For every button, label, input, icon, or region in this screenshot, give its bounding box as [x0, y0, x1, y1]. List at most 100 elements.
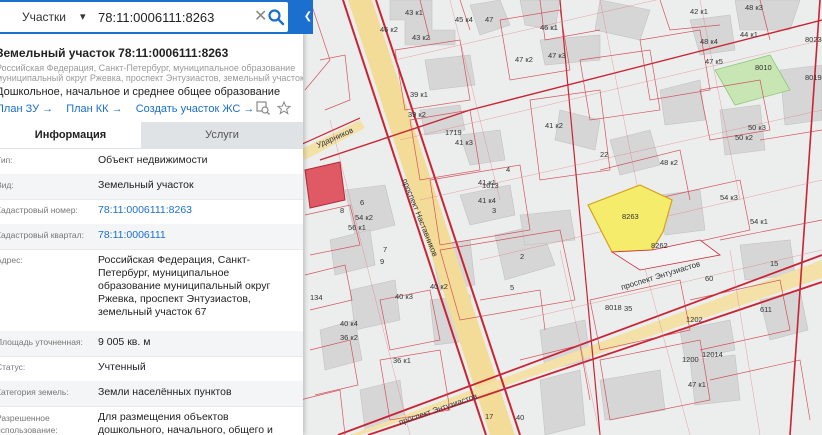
building-label: 8 [340, 206, 344, 215]
building-label: 40 к4 [340, 319, 358, 328]
attribute-label: Категория земель: [0, 387, 69, 397]
attribute-label: Кадастровый номер: [0, 205, 78, 215]
building-label: 1200 [682, 355, 699, 364]
building-label: 1202 [686, 315, 703, 324]
building-label: 40 [516, 413, 524, 422]
building-label: 36 к2 [340, 333, 358, 342]
building-label: 134 [310, 293, 323, 302]
attribute-row: Кадастровый номер: 78:11:0006111:8263 [0, 199, 303, 225]
building-label: 47 к2 [515, 55, 533, 64]
attribute-row: Статус: Учтенный [0, 356, 303, 382]
building-label: 48 к3 [745, 3, 763, 12]
create-parcel-link[interactable]: Создать участок ЖС → [136, 103, 255, 115]
building-label: 41 к2 [545, 121, 563, 130]
building-label: 5 [510, 283, 514, 292]
attribute-value: Земли населённых пунктов [98, 386, 232, 398]
parcel-label-8262: 8262 [651, 241, 668, 250]
building-label: 50 к2 [735, 133, 753, 142]
search-box: Участки ▾ ✕ [0, 2, 288, 32]
object-address-line-2: муниципальный округ Ржевка, проспект Энт… [0, 73, 303, 83]
building-label: 41 к4 [478, 196, 496, 205]
attribute-value: 9 005 кв. м [98, 336, 151, 348]
attribute-row: Тип: Объект недвижимости [0, 149, 303, 175]
attribute-label: Адрес: [0, 255, 23, 265]
object-title: Земельный участок 78:11:0006111:8263 [0, 46, 229, 60]
building-label: 9 [380, 257, 384, 266]
object-purpose: Дошкольное, начальное и среднее общее об… [0, 86, 281, 98]
chevron-down-icon[interactable]: ▾ [80, 2, 86, 32]
building-label: 46 к2 [380, 25, 398, 34]
building-label: 48 к2 [660, 158, 678, 167]
building-label: 40 к2 [430, 282, 448, 291]
attribute-value: Объект недвижимости [98, 154, 208, 166]
building-label: 50 к3 [748, 123, 766, 132]
attribute-value[interactable]: 78:11:0006111 [98, 229, 288, 242]
building-label: 54 к2 [355, 213, 373, 222]
attribute-row: Разрешенное использование: Для размещения… [0, 406, 303, 435]
attribute-label: Тип: [0, 155, 13, 165]
building-label: 60 [705, 274, 713, 283]
tab-information[interactable]: Информация [0, 122, 141, 150]
building-label: 47 к1 [688, 380, 706, 389]
building-label: 8010 [755, 63, 772, 72]
attribute-value: Российская Федерация, Санкт-Петербург, м… [98, 254, 271, 318]
attribute-label: Статус: [0, 362, 26, 372]
layer-select[interactable]: Участки [22, 2, 66, 32]
building-label: 6 [360, 198, 364, 207]
building-label: 42 к1 [690, 7, 708, 16]
building-label: 7 [383, 245, 387, 254]
plan-kk-link[interactable]: План КК → [66, 103, 122, 115]
building-label: 39 к1 [410, 90, 428, 99]
attribute-value: Земельный участок [98, 179, 194, 191]
building-label: 54 к1 [750, 217, 768, 226]
action-links: План ЗУ → План КК → Создать участок ЖС → [0, 103, 264, 115]
building-label: 611 [760, 305, 772, 314]
attribute-row: Кадастровый квартал: 78:11:0006111 [0, 224, 303, 250]
building-label: 1719 [445, 128, 462, 137]
zoom-to-object-icon[interactable] [256, 101, 270, 115]
building-label: 17 [485, 412, 493, 421]
search-input[interactable] [98, 6, 238, 28]
building-label: 45 к4 [455, 15, 473, 24]
building-label: 47 к3 [548, 51, 566, 60]
building-label: 47 к5 [705, 57, 723, 66]
attribute-value[interactable]: 78:11:0006111:8263 [98, 204, 288, 217]
search-icon[interactable] [267, 8, 285, 26]
building-label: 40 к3 [395, 292, 413, 301]
building-label: 41 к3 [455, 138, 473, 147]
building-label: 39 к2 [408, 110, 426, 119]
building-label: 56 к1 [348, 223, 366, 232]
attribute-label: Кадастровый квартал: [0, 230, 84, 240]
building-label: 22 [600, 150, 608, 159]
collapse-panel-button[interactable]: ❮ [303, 0, 313, 34]
close-icon[interactable]: ✕ [254, 2, 267, 32]
plan-zu-link[interactable]: План ЗУ → [0, 103, 53, 115]
building-label: 54 к3 [720, 193, 738, 202]
building-label: 48 к4 [700, 37, 718, 46]
building-label: 36 к1 [393, 356, 411, 365]
building-label: 8019 [805, 73, 822, 82]
object-address-line-1: Российская Федерация, Санкт-Петербург, м… [0, 63, 296, 73]
building-label: 44 к1 [740, 30, 758, 39]
parcel-label-8263: 8263 [622, 212, 639, 221]
building-label: 1613 [482, 181, 499, 190]
building-label: 4 [506, 165, 510, 174]
star-icon[interactable] [277, 101, 291, 115]
building-label: 8023 [805, 35, 822, 44]
attribute-label: Площадь уточненная: [0, 337, 83, 347]
attribute-value: Для размещения объектов дошкольного, нач… [98, 411, 273, 435]
building-label: 15 [770, 259, 778, 268]
attribute-row: Адрес: Российская Федерация, Санкт-Петерб… [0, 249, 303, 332]
building-label: 43 к1 [405, 8, 423, 17]
search-bar: Участки ▾ ✕ [0, 0, 303, 34]
building-label: 35 [624, 304, 632, 313]
building-label: 2 [520, 252, 524, 261]
building-label: 47 [485, 15, 493, 24]
attribute-row: Площадь уточненная: 9 005 кв. м [0, 331, 303, 357]
building-label: 8018 [605, 303, 622, 312]
building-label: 12014 [702, 350, 723, 359]
building-label: 43 к2 [412, 33, 430, 42]
building-label: 46 к1 [540, 23, 558, 32]
tab-services[interactable]: Услуги [141, 122, 303, 148]
attribute-label: Вид: [0, 180, 14, 190]
